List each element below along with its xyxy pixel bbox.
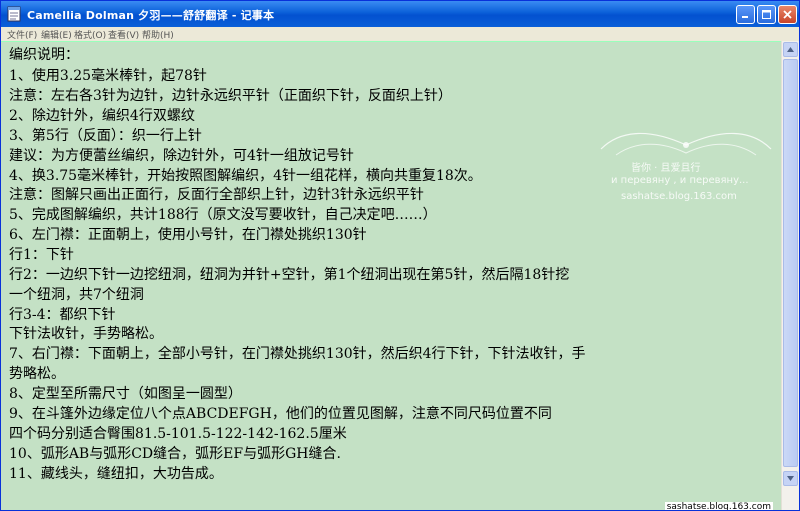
blog-watermark: 皆你 · 且爱且行 и перевяну , и перевяну... sas… [591,127,781,222]
menu-help[interactable]: 帮助(H) [142,28,174,41]
menu-file[interactable]: 文件(F) [7,28,37,41]
menu-format[interactable]: 格式(O) [74,28,106,41]
arrow-down-icon [787,476,794,481]
text-line: 下针法收针，手势略松。 [9,326,163,342]
text-line: 一个纽洞，共7个纽洞 [9,287,144,303]
text-line: 四个码分别适合臀围81.5-101.5-122-142-162.5厘米 [9,426,347,442]
text-line: 注意：图解只画出正面行，反面行全部织上针，边针3针永远织平针 [9,187,424,203]
text-area[interactable]: 编织说明： 1、使用3.25毫米棒针，起78针 注意：左右各3针为边针，边针永远… [1,41,783,510]
footer-url: sashatse.blog.163.com [664,502,773,511]
text-line: 注意：左右各3针为边针，边针永远织平针（正面织下针，反面织上针） [9,88,452,104]
scroll-up-button[interactable] [783,42,798,57]
minimize-icon [742,16,748,18]
scroll-thumb[interactable] [783,59,798,467]
maximize-icon [762,10,771,19]
watermark-line: 皆你 · 且爱且行 [631,163,701,174]
text-line: 10、弧形AB与弧形CD缝合，弧形EF与弧形GH缝合. [9,446,341,462]
title-bar[interactable]: Camellia Dolman 夕羽——舒舒翻译 - 记事本 [1,1,799,27]
watermark-line: и перевяну , и перевяну... [611,175,749,186]
text-line: 建议：为方便蕾丝编织，除边针外，可4针一组放记号针 [9,148,354,164]
notepad-icon [7,6,21,22]
menu-edit[interactable]: 编辑(E) [41,28,72,41]
text-line: 行1：下针 [9,247,74,263]
notepad-window: Camellia Dolman 夕羽——舒舒翻译 - 记事本 文件(F) 编辑(… [0,0,800,511]
minimize-button[interactable] [736,5,755,24]
text-line: 3、第5行（反面）：织一行上针 [9,128,202,144]
text-line: 5、完成图解编织，共计188行（原文没写要收针，自己决定吧……） [9,207,437,223]
menu-bar: 文件(F) 编辑(E) 格式(O) 查看(V) 帮助(H) [1,27,799,41]
text-line: 4、换3.75毫米棒针，开始按照图解编织，4针一组花样，横向共重复18次。 [9,168,482,184]
text-line: 11、藏线头，缝纽扣，大功告成。 [9,466,223,482]
watermark-line: sashatse.blog.163.com [621,191,737,202]
text-line: 1、使用3.25毫米棒针，起78针 [9,68,207,84]
text-line: 势略松。 [9,366,65,382]
scroll-down-button[interactable] [783,471,798,486]
text-line: 行2：一边织下针一边挖纽洞，纽洞为并针+空针，第1个纽洞出现在第5针，然后隔18… [9,267,570,283]
close-icon [783,10,792,19]
text-line: 8、定型至所需尺寸（如图呈一圆型） [9,386,242,402]
text-line: 9、在斗篷外边缘定位八个点ABCDEFGH，他们的位置见图解，注意不同尺码位置不… [9,406,552,422]
arrow-up-icon [787,47,794,52]
text-line: 行3-4：都织下针 [9,307,116,323]
close-button[interactable] [778,5,797,24]
text-line: 7、右门襟：下面朝上，全部小号针，在门襟处挑织130针，然后织4行下针，下针法收… [9,346,586,362]
text-line: 2、除边针外，编织4行双螺纹 [9,108,195,124]
text-line: 6、左门襟：正面朝上，使用小号针，在门襟处挑织130针 [9,227,367,243]
text-line: 编织说明： [9,47,79,63]
vertical-scrollbar[interactable] [781,41,799,510]
menu-view[interactable]: 查看(V) [108,28,139,41]
window-title: Camellia Dolman 夕羽——舒舒翻译 - 记事本 [27,9,275,22]
maximize-button[interactable] [757,5,776,24]
